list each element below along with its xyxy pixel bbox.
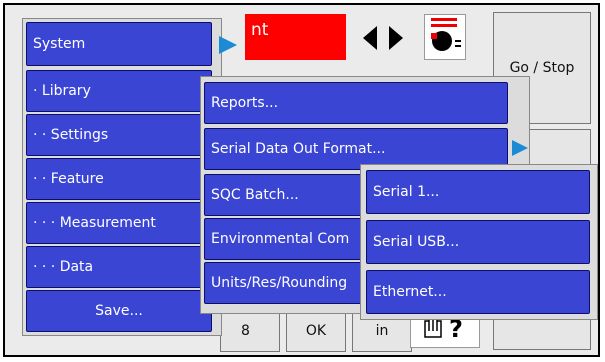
ok-button[interactable]: OK: [286, 310, 346, 352]
menu-item-data[interactable]: · · · Data: [26, 246, 212, 288]
menu-item-reports[interactable]: Reports...: [204, 82, 508, 124]
menu-item-save[interactable]: Save...: [26, 290, 212, 332]
menu-item-serial-1[interactable]: Serial 1...: [366, 170, 590, 214]
submenu-arrow-icon: [512, 140, 528, 156]
menu-item-measurement[interactable]: · · · Measurement: [26, 202, 212, 244]
bottom-number-button[interactable]: 8: [220, 310, 280, 352]
status-display: nt: [245, 14, 346, 60]
menu-item-feature[interactable]: · · Feature: [26, 158, 212, 200]
menu-item-serial-usb[interactable]: Serial USB...: [366, 220, 590, 264]
menu-item-ethernet[interactable]: Ethernet...: [366, 270, 590, 314]
submenu-arrow-icon: [219, 36, 237, 54]
menu-item-settings[interactable]: · · Settings: [26, 114, 212, 156]
left-right-arrows-icon[interactable]: [357, 20, 409, 56]
menu-item-system[interactable]: System: [26, 22, 212, 66]
menu-item-library[interactable]: · Library: [26, 70, 212, 112]
red-black-indicator-icon[interactable]: [424, 14, 466, 60]
